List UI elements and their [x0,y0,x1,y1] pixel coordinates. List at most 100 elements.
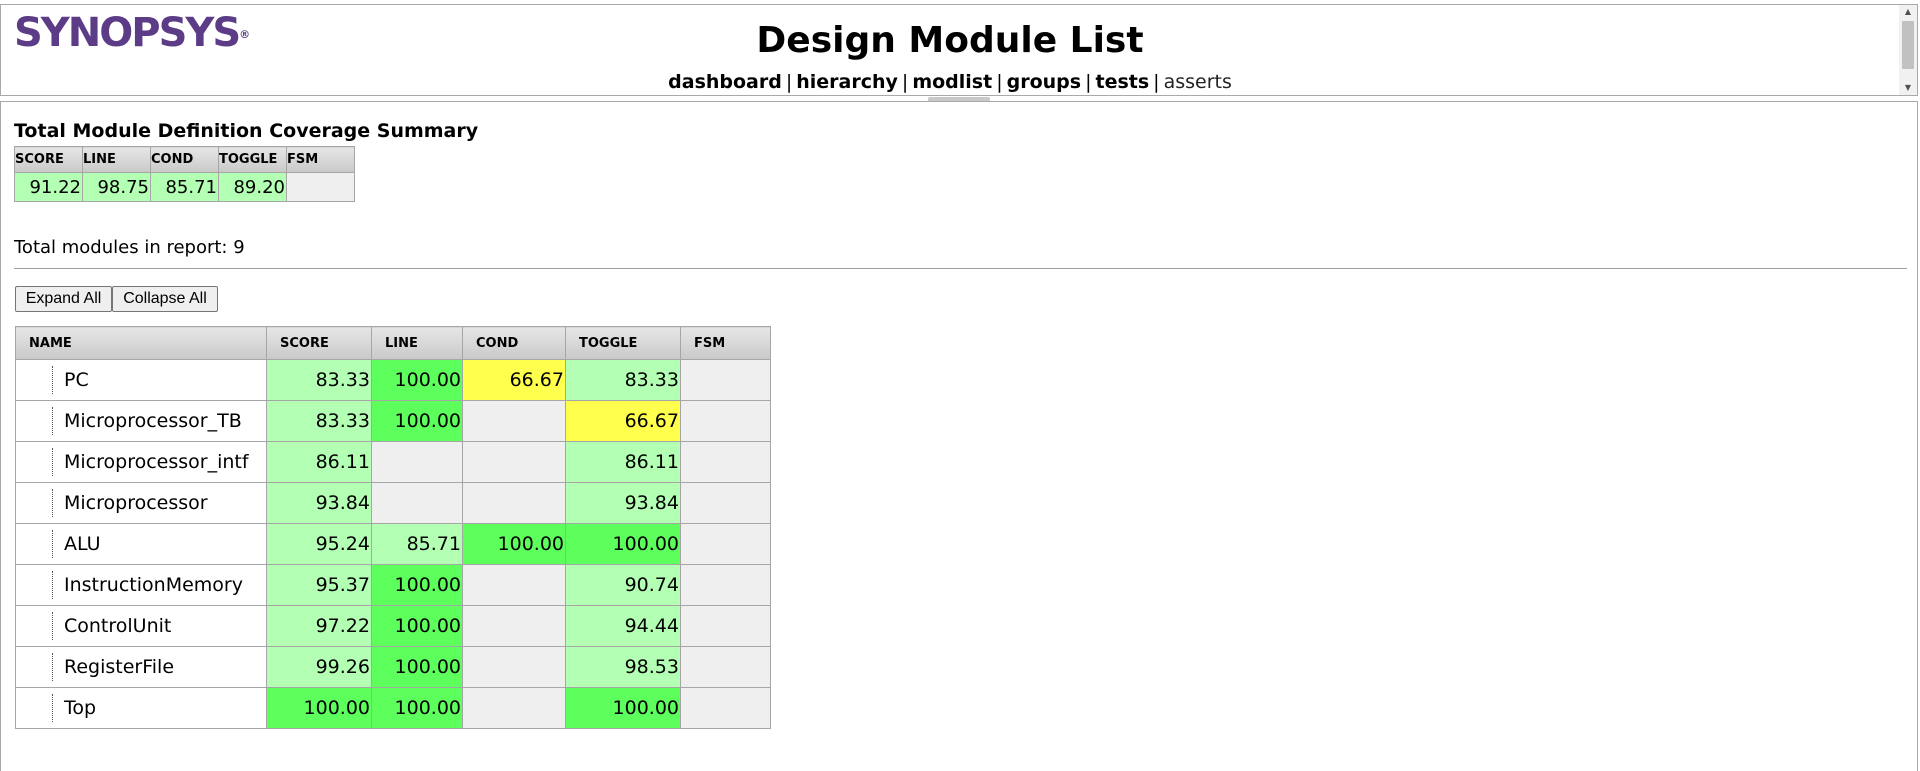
module-name-cell[interactable]: InstructionMemory [15,564,267,606]
table-row[interactable]: Microprocessor_intf 86.11 86.11 [15,441,771,483]
nav-separator: | [996,71,1003,93]
tree-connector-line [52,407,53,435]
summary-value-fsm [286,172,355,202]
column-header-line[interactable]: LINE [371,326,463,360]
nav-link-asserts[interactable]: asserts [1164,71,1232,93]
table-row[interactable]: Microprocessor 93.84 93.84 [15,482,771,524]
cell-fsm [680,359,771,401]
module-name[interactable]: ControlUnit [64,615,171,637]
nav-link-tests[interactable]: tests [1095,71,1149,93]
table-row[interactable]: InstructionMemory 95.37 100.00 90.74 [15,564,771,606]
table-row[interactable]: Top 100.00 100.00 100.00 [15,687,771,729]
module-name-cell[interactable]: ALU [15,523,267,565]
cell-line: 100.00 [371,646,463,688]
nav-separator: | [1085,71,1092,93]
cell-toggle: 90.74 [565,564,681,606]
summary-value-line: 98.75 [82,172,151,202]
table-row[interactable]: Microprocessor_TB 83.33 100.00 66.67 [15,400,771,442]
cell-toggle: 98.53 [565,646,681,688]
main-pane: Total Module Definition Coverage Summary… [0,101,1918,771]
cell-fsm [680,687,771,729]
nav-links: dashboard | hierarchy | modlist | groups | tests… [1,71,1899,93]
cell-fsm [680,646,771,688]
table-row[interactable]: RegisterFile 99.26 100.00 98.53 [15,646,771,688]
cell-fsm [680,482,771,524]
total-modules-text: Total modules in report: 9 [14,237,245,258]
header-frame: SYNOPSYS® Design Module List dashboard | h… [0,4,1918,96]
cell-fsm [680,441,771,483]
cell-score: 83.33 [266,359,372,401]
table-row[interactable]: ALU 95.24 85.71 100.00 100.00 [15,523,771,565]
column-header-name[interactable]: NAME [15,326,267,360]
table-row[interactable]: ControlUnit 97.22 100.00 94.44 [15,605,771,647]
cell-toggle: 93.84 [565,482,681,524]
column-header-cond[interactable]: COND [462,326,566,360]
nav-separator: | [785,71,793,93]
module-name[interactable]: Top [64,697,96,719]
module-name[interactable]: RegisterFile [64,656,174,678]
summary-value-score: 91.22 [14,172,83,202]
module-name[interactable]: InstructionMemory [64,574,243,596]
scroll-up-arrow-icon[interactable]: ▲ [1899,5,1917,19]
cell-score: 93.84 [266,482,372,524]
summary-col-line: LINE [82,146,151,173]
column-header-score[interactable]: SCORE [266,326,372,360]
cell-fsm [680,605,771,647]
module-name-cell[interactable]: Microprocessor_intf [15,441,267,483]
column-header-fsm[interactable]: FSM [680,326,771,360]
module-name-cell[interactable]: RegisterFile [15,646,267,688]
cell-line: 85.71 [371,523,463,565]
tree-connector-line [52,448,53,476]
scroll-down-arrow-icon[interactable]: ▼ [1899,81,1917,95]
cell-score: 99.26 [266,646,372,688]
cell-score: 95.24 [266,523,372,565]
summary-col-score: SCORE [14,146,83,173]
cell-cond [462,482,566,524]
cell-toggle: 100.00 [565,687,681,729]
module-name[interactable]: PC [64,369,89,391]
module-name-cell[interactable]: ControlUnit [15,605,267,647]
nav-link-groups[interactable]: groups [1007,71,1081,93]
collapse-all-button[interactable]: Collapse All [112,286,218,312]
summary-title: Total Module Definition Coverage Summary [14,120,479,142]
scrollbar-thumb[interactable] [1902,21,1914,69]
cell-toggle: 94.44 [565,605,681,647]
cell-line [371,441,463,483]
cell-cond [462,646,566,688]
module-name[interactable]: Microprocessor_TB [64,410,242,432]
cell-score: 100.00 [266,687,372,729]
header-scrollbar[interactable]: ▲ ▼ [1899,5,1917,95]
table-row[interactable]: PC 83.33 100.00 66.67 83.33 [15,359,771,401]
column-header-toggle[interactable]: TOGGLE [565,326,681,360]
cell-fsm [680,564,771,606]
page-title: Design Module List [756,20,1144,61]
cell-cond [462,605,566,647]
module-name-cell[interactable]: Top [15,687,267,729]
tree-connector-line [52,489,53,517]
module-name[interactable]: Microprocessor [64,492,208,514]
module-name-cell[interactable]: PC [15,359,267,401]
nav-link-hierarchy[interactable]: hierarchy [796,71,898,93]
nav-link-modlist[interactable]: modlist [912,71,992,93]
nav-link-dashboard[interactable]: dashboard [668,71,782,93]
module-name-cell[interactable]: Microprocessor_TB [15,400,267,442]
cell-score: 95.37 [266,564,372,606]
cell-cond [462,687,566,729]
module-name[interactable]: Microprocessor_intf [64,451,249,473]
cell-fsm [680,400,771,442]
module-name-cell[interactable]: Microprocessor [15,482,267,524]
cell-fsm [680,523,771,565]
cell-line [371,482,463,524]
cell-score: 83.33 [266,400,372,442]
cell-cond [462,564,566,606]
cell-toggle: 83.33 [565,359,681,401]
cell-cond [462,400,566,442]
module-table: NAME SCORE LINE COND TOGGLE FSM PC 83.33 100.00… [15,326,771,729]
module-name[interactable]: ALU [64,533,101,555]
summary-table: SCORE LINE COND TOGGLE FSM 91.22 98.75 85.71 89… [14,146,355,202]
tree-connector-line [52,366,53,394]
cell-score: 86.11 [266,441,372,483]
cell-line: 100.00 [371,400,463,442]
expand-all-button[interactable]: Expand All [15,286,112,312]
cell-line: 100.00 [371,359,463,401]
